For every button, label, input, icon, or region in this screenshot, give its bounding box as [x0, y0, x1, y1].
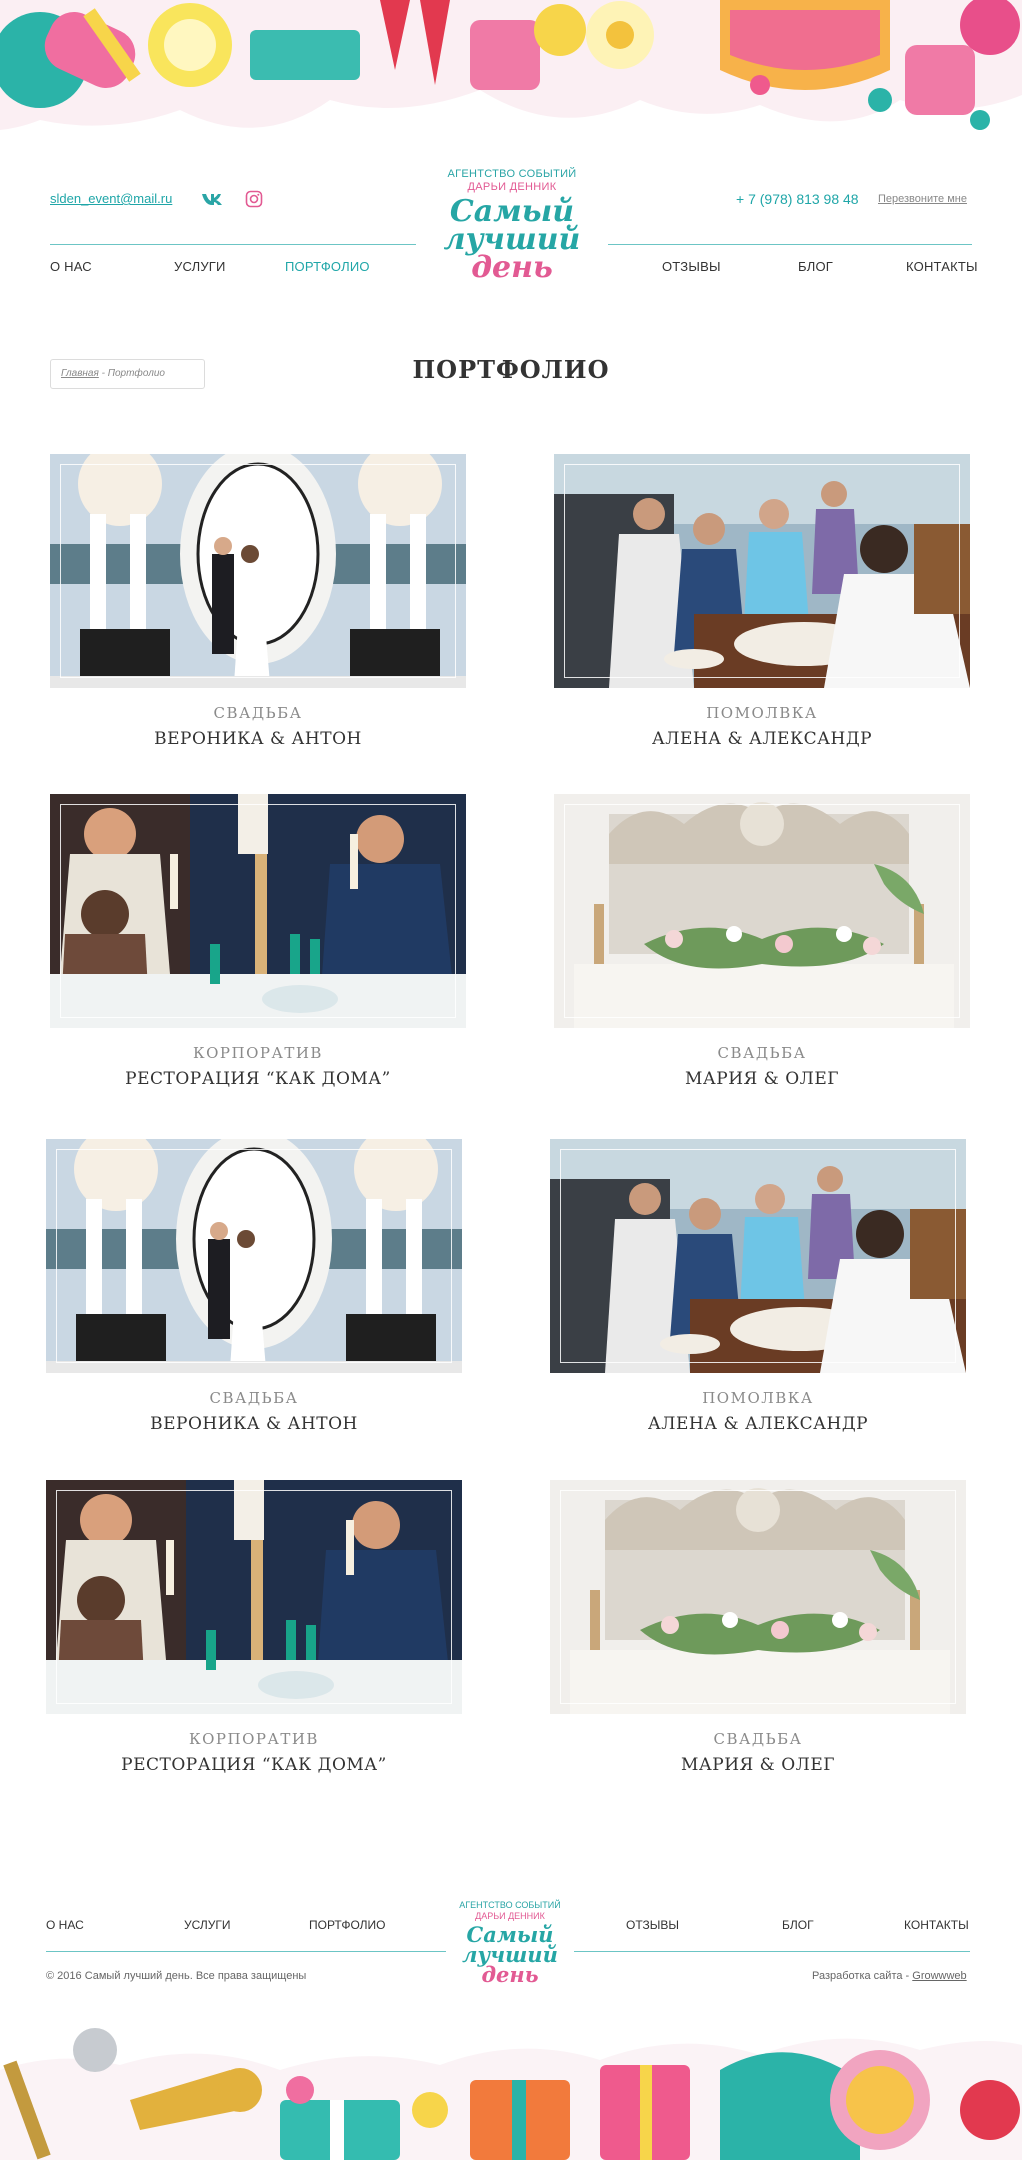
photo-frame [560, 1490, 956, 1704]
portfolio-category: СВАДЬБА [213, 704, 303, 722]
nav-item-about[interactable]: О НАС [50, 259, 92, 274]
portfolio-photo-wedding-arch[interactable] [50, 454, 466, 688]
portfolio-card[interactable]: СВАДЬБА ВЕРОНИКА & АНТОН [46, 1139, 462, 1449]
nav-item-services[interactable]: УСЛУГИ [174, 259, 226, 274]
footer-illustration [0, 2010, 1022, 2160]
portfolio-card[interactable]: ПОМОЛВКА АЛЕНА & АЛЕКСАНДР [554, 454, 970, 764]
footer-nav-services[interactable]: УСЛУГИ [184, 1918, 231, 1932]
portfolio-category: КОРПОРАТИВ [189, 1730, 319, 1748]
portfolio-category: ПОМОЛВКА [702, 1389, 814, 1407]
portfolio-photo-engagement-party[interactable] [554, 454, 970, 688]
photo-frame [60, 804, 456, 1018]
portfolio-title[interactable]: РЕСТОРАЦИЯ “КАК ДОМА” [50, 1069, 466, 1089]
portfolio-title[interactable]: ВЕРОНИКА & АНТОН [46, 1414, 462, 1434]
site-logo[interactable]: АГЕНТСТВО СОБЫТИЙ ДАРЬИ ДЕННИК Самый луч… [420, 168, 604, 308]
portfolio-photo-corporate-toast[interactable] [50, 794, 466, 1028]
phone-number[interactable]: + 7 (978) 813 98 48 [736, 191, 859, 207]
instagram-icon[interactable] [242, 187, 266, 211]
portfolio-card[interactable]: ПОМОЛВКА АЛЕНА & АЛЕКСАНДР [550, 1139, 966, 1449]
logo-owner-text: ДАРЬИ ДЕННИК [467, 181, 557, 193]
footer-nav-portfolio[interactable]: ПОРТФОЛИО [309, 1918, 386, 1932]
header-illustration [0, 0, 1022, 160]
portfolio-title[interactable]: АЛЕНА & АЛЕКСАНДР [554, 729, 970, 749]
portfolio-category: СВАДЬБА [717, 1044, 807, 1062]
page-title: ПОРТФОЛИО [412, 355, 610, 384]
logo-brand-line3: день [471, 250, 553, 285]
portfolio-card[interactable]: КОРПОРАТИВ РЕСТОРАЦИЯ “КАК ДОМА” [46, 1480, 462, 1790]
nav-item-blog[interactable]: БЛОГ [798, 259, 833, 274]
portfolio-photo-engagement-party[interactable] [550, 1139, 966, 1373]
portfolio-title[interactable]: МАРИЯ & ОЛЕГ [554, 1069, 970, 1089]
nav-item-portfolio[interactable]: ПОРТФОЛИО [285, 259, 370, 274]
nav-item-contacts[interactable]: КОНТАКТЫ [906, 259, 978, 274]
developer-credit-prefix: Разработка сайта - [812, 1970, 913, 1982]
portfolio-card[interactable]: КОРПОРАТИВ РЕСТОРАЦИЯ “КАК ДОМА” [50, 794, 466, 1104]
footer-logo-brand: Самый лучший день [448, 1924, 572, 1987]
portfolio-title[interactable]: РЕСТОРАЦИЯ “КАК ДОМА” [46, 1755, 462, 1775]
developer-credit: Разработка сайта - Growwweb [812, 1970, 967, 1982]
photo-frame [560, 1149, 956, 1363]
footer-logo-agency: АГЕНТСТВО СОБЫТИЙ [459, 1900, 561, 1910]
photo-frame [564, 804, 960, 1018]
photo-frame [56, 1490, 452, 1704]
portfolio-card[interactable]: СВАДЬБА ВЕРОНИКА & АНТОН [50, 454, 466, 764]
footer-logo-brand-line3: день [481, 1962, 539, 1987]
footer-divider-right [574, 1951, 970, 1952]
logo-agency-text: АГЕНТСТВО СОБЫТИЙ [447, 168, 577, 180]
portfolio-title[interactable]: ВЕРОНИКА & АНТОН [50, 729, 466, 749]
nav-divider-right [608, 244, 972, 245]
footer-nav-about[interactable]: О НАС [46, 1918, 84, 1932]
photo-frame [56, 1149, 452, 1363]
footer-nav-blog[interactable]: БЛОГ [782, 1918, 814, 1932]
footer-divider-left [46, 1951, 446, 1952]
portfolio-category: ПОМОЛВКА [706, 704, 818, 722]
footer-nav-contacts[interactable]: КОНТАКТЫ [904, 1918, 969, 1932]
portfolio-card[interactable]: СВАДЬБА МАРИЯ & ОЛЕГ [550, 1480, 966, 1790]
portfolio-card[interactable]: СВАДЬБА МАРИЯ & ОЛЕГ [554, 794, 970, 1104]
portfolio-photo-corporate-toast[interactable] [46, 1480, 462, 1714]
email-link[interactable]: slden_event@mail.ru [50, 191, 172, 206]
photo-frame [60, 464, 456, 678]
portfolio-photo-wedding-table-decor[interactable] [550, 1480, 966, 1714]
portfolio-category: СВАДЬБА [713, 1730, 803, 1748]
vk-icon[interactable] [200, 187, 224, 211]
nav-divider-left [50, 244, 416, 245]
developer-link[interactable]: Growwweb [912, 1970, 966, 1982]
nav-item-reviews[interactable]: ОТЗЫВЫ [662, 259, 721, 274]
callback-link[interactable]: Перезвоните мне [878, 193, 967, 205]
footer-logo-owner: ДАРЬИ ДЕННИК [475, 1911, 545, 1921]
portfolio-photo-wedding-table-decor[interactable] [554, 794, 970, 1028]
footer-logo[interactable]: АГЕНТСТВО СОБЫТИЙ ДАРЬИ ДЕННИК Самый луч… [448, 1900, 572, 2000]
copyright-text: © 2016 Самый лучший день. Все права защи… [46, 1970, 307, 1982]
portfolio-title[interactable]: АЛЕНА & АЛЕКСАНДР [550, 1414, 966, 1434]
portfolio-title[interactable]: МАРИЯ & ОЛЕГ [550, 1755, 966, 1775]
portfolio-photo-wedding-arch[interactable] [46, 1139, 462, 1373]
portfolio-category: СВАДЬБА [209, 1389, 299, 1407]
photo-frame [564, 464, 960, 678]
footer-nav-reviews[interactable]: ОТЗЫВЫ [626, 1918, 679, 1932]
logo-brand: Самый лучший день [420, 197, 604, 285]
portfolio-category: КОРПОРАТИВ [193, 1044, 323, 1062]
